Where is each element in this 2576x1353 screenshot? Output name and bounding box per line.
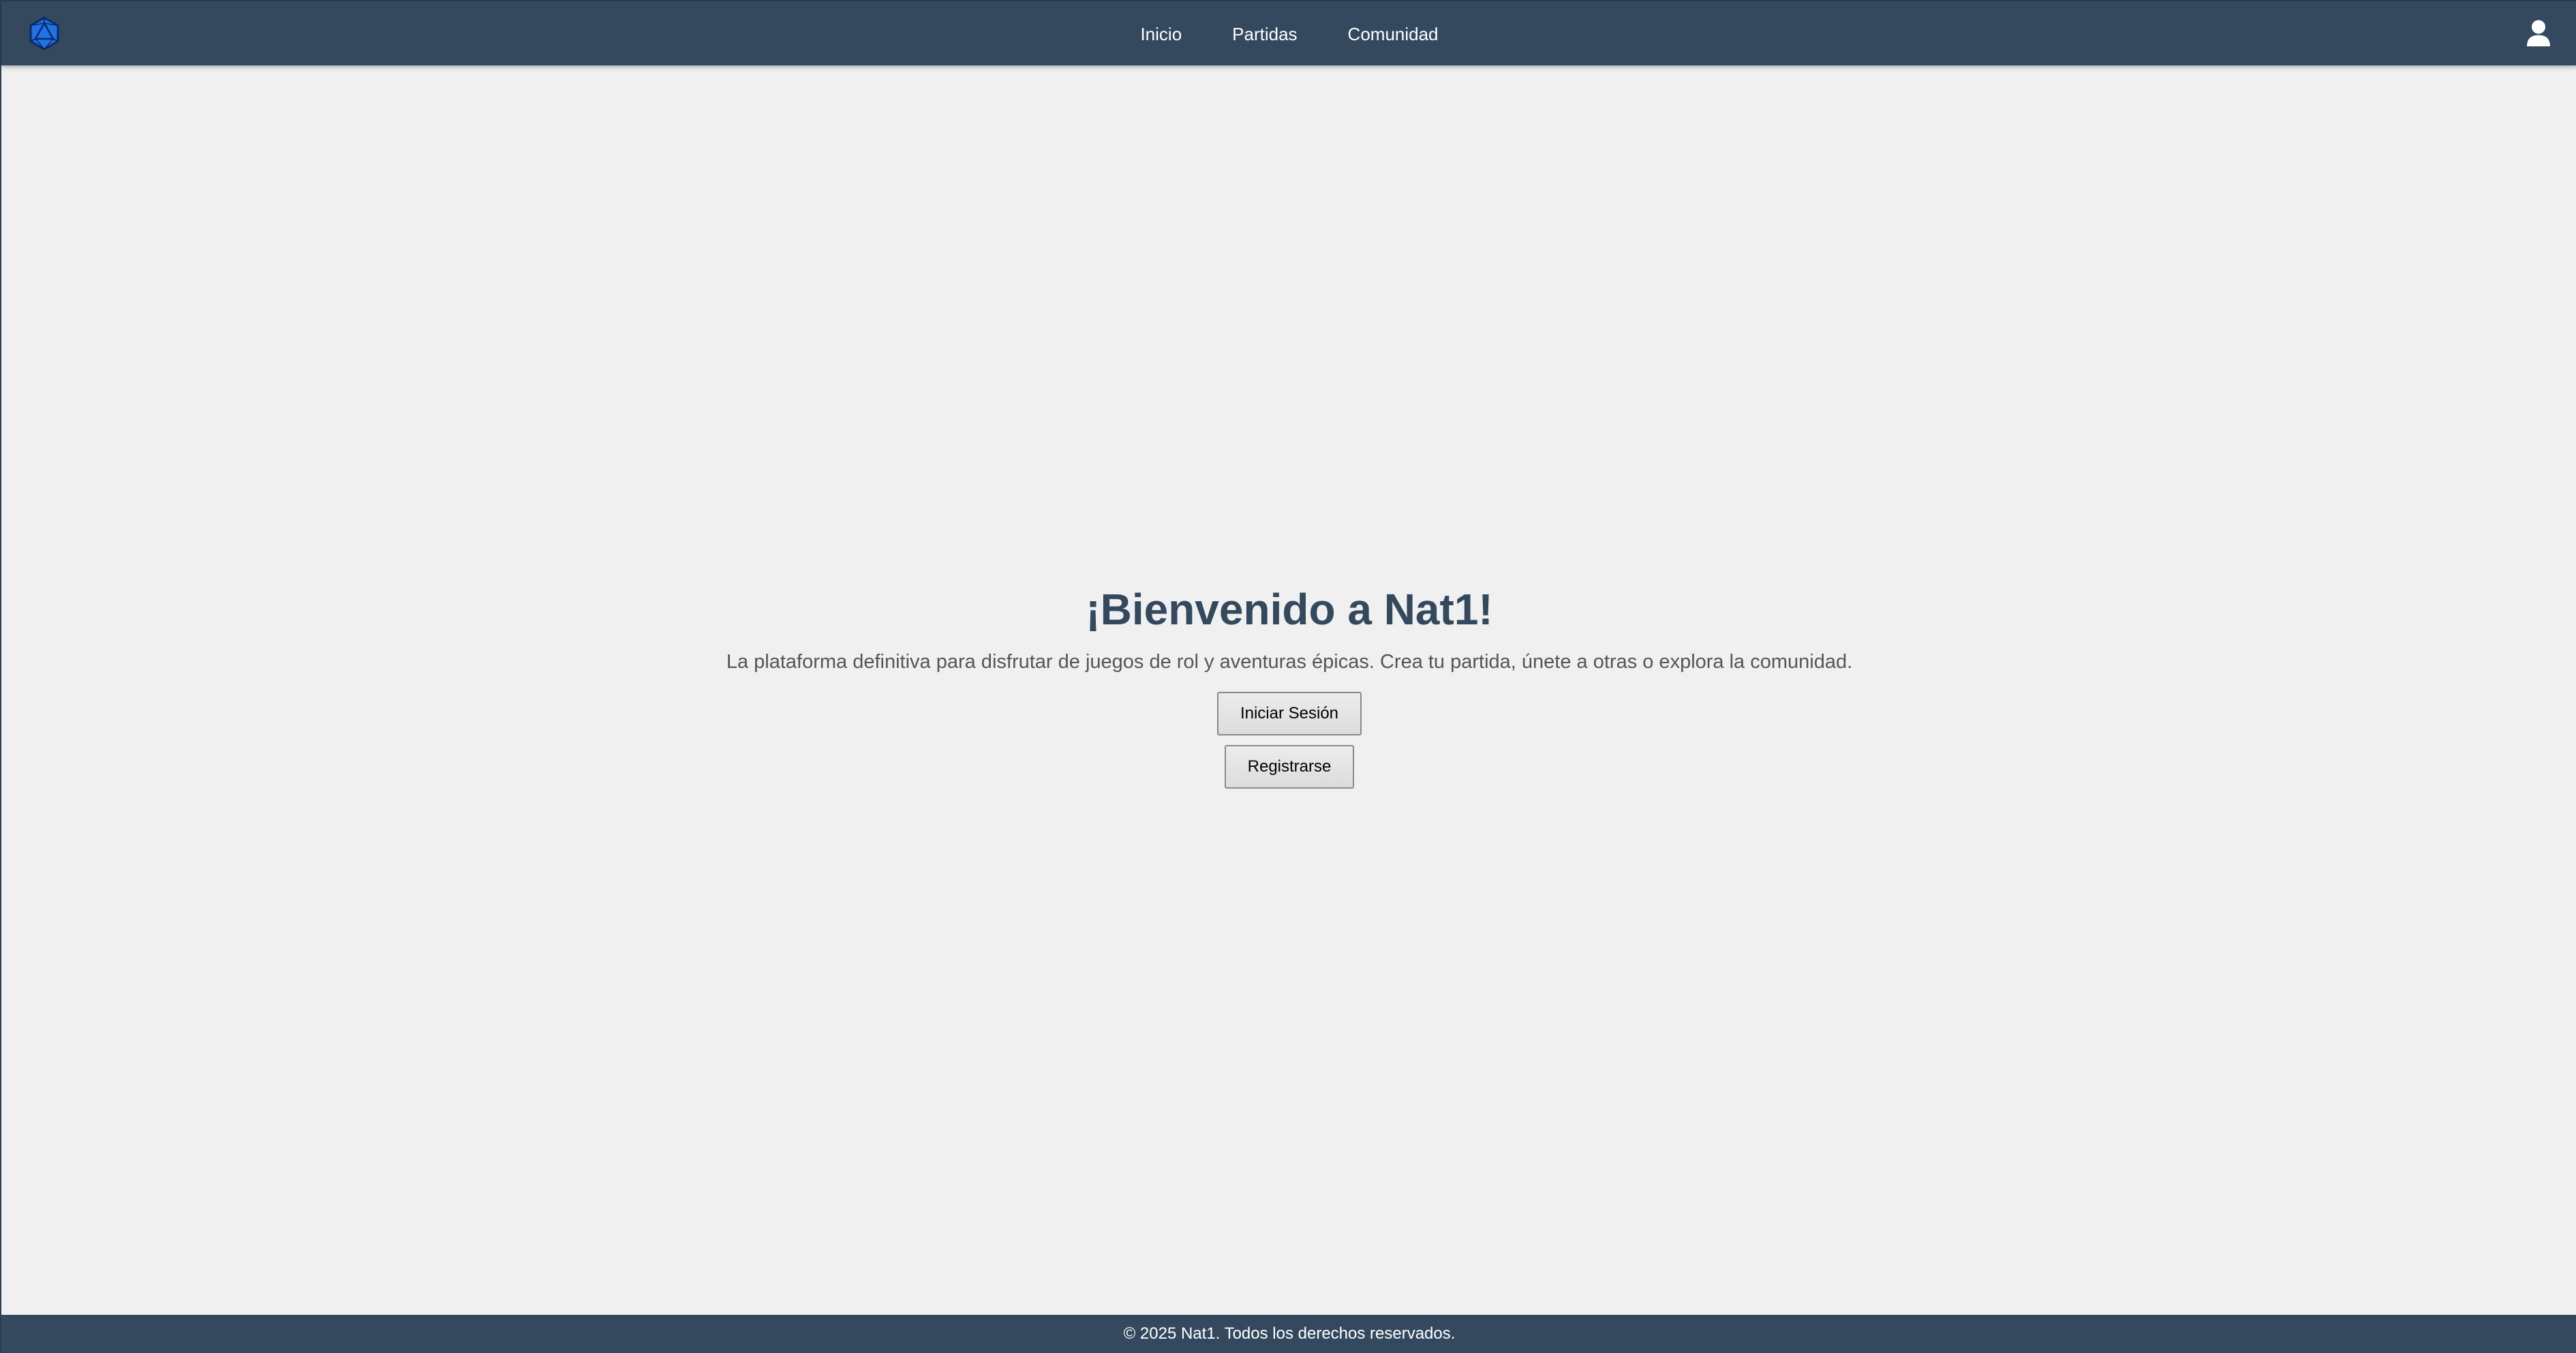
register-button[interactable]: Registrarse [1224,745,1355,789]
hero-subtitle: La plataforma definitiva para disfrutar … [726,651,1853,673]
top-navbar: Inicio Partidas Comunidad [1,0,2576,65]
login-button-row: Iniciar Sesión [1,674,2576,735]
main-nav: Inicio Partidas Comunidad [1,1,2576,67]
user-icon[interactable] [2526,20,2551,47]
nav-link-partidas[interactable]: Partidas [1207,1,1322,67]
hero-section: ¡Bienvenido a Nat1! La plataforma defini… [1,583,2576,789]
page: Inicio Partidas Comunidad ¡Bienvenido a … [0,0,2576,1353]
page-title: ¡Bienvenido a Nat1! [1086,585,1493,634]
footer: © 2025 Nat1. Todos los derechos reservad… [1,1315,2576,1353]
nav-link-inicio[interactable]: Inicio [1115,1,1207,67]
login-button[interactable]: Iniciar Sesión [1216,692,1362,735]
footer-copyright: © 2025 Nat1. Todos los derechos reservad… [1123,1324,1456,1343]
nav-link-comunidad[interactable]: Comunidad [1323,1,1464,67]
register-button-row: Registrarse [1,735,2576,789]
